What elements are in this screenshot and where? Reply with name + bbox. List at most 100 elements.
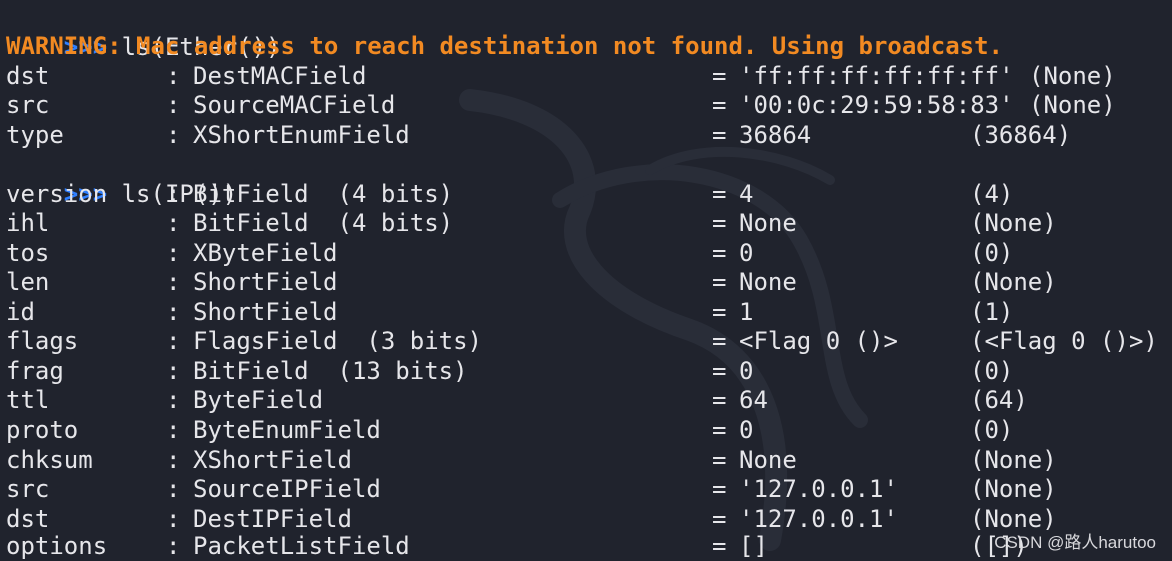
field-name: chksum <box>6 446 93 474</box>
field-name: proto <box>6 416 79 444</box>
field-row: dst : DestMACField = 'ff:ff:ff:ff:ff:ff'… <box>6 61 1116 91</box>
field-row: ttl : ByteField = 64 (64) <box>6 385 1028 415</box>
field-row: flags : FlagsField (3 bits) = <Flag 0 ()… <box>6 326 1158 356</box>
field-equals: = <box>712 446 727 474</box>
field-value: '127.0.0.1' <box>739 475 898 503</box>
field-equals: = <box>712 239 727 267</box>
field-default: (36864) <box>970 121 1072 149</box>
field-type: FlagsField (3 bits) <box>193 327 482 355</box>
field-name: dst <box>6 62 50 90</box>
field-name: flags <box>6 327 79 355</box>
field-equals: = <box>712 121 727 149</box>
field-colon: : <box>166 446 181 474</box>
field-colon: : <box>166 386 181 414</box>
prompt-line-ether: >>> ls(Ether()) <box>6 2 281 61</box>
field-type: BitField (4 bits) <box>193 209 454 237</box>
field-type: SourceIPField <box>193 475 381 503</box>
field-value: None <box>739 209 797 237</box>
field-name: ttl <box>6 386 50 414</box>
field-row: type : XShortEnumField = 36864 (36864) <box>6 120 1071 150</box>
field-type: PacketListField <box>193 532 410 560</box>
csdn-watermark: CSDN @路人harutoo <box>994 533 1156 552</box>
field-default: (0) <box>970 357 1014 385</box>
field-value: '00:0c:29:59:58:83' <box>739 91 1014 119</box>
field-colon: : <box>166 298 181 326</box>
field-colon: : <box>166 62 181 90</box>
field-row: len : ShortField = None (None) <box>6 267 1057 297</box>
field-type: ShortField <box>193 298 338 326</box>
field-default: (<Flag 0 ()>) <box>970 327 1158 355</box>
field-colon: : <box>166 416 181 444</box>
field-type: ByteEnumField <box>193 416 381 444</box>
field-row: proto : ByteEnumField = 0 (0) <box>6 415 1013 445</box>
field-row: src : SourceIPField = '127.0.0.1' (None) <box>6 474 1057 504</box>
field-equals: = <box>712 62 727 90</box>
terminal-window[interactable]: >>> ls(Ether()) WARNING: Mac address to … <box>0 0 1172 561</box>
field-row: id : ShortField = 1 (1) <box>6 297 1013 327</box>
field-equals: = <box>712 268 727 296</box>
field-value: 4 <box>739 180 754 208</box>
field-row: version : BitField (4 bits) = 4 (4) <box>6 179 1013 209</box>
field-colon: : <box>166 268 181 296</box>
field-name: len <box>6 268 50 296</box>
field-equals: = <box>712 475 727 503</box>
field-row: dst : DestIPField = '127.0.0.1' (None) <box>6 504 1057 534</box>
field-value: [] <box>739 532 768 560</box>
field-equals: = <box>712 416 727 444</box>
field-row: options : PacketListField = [] ([]) <box>6 531 1028 561</box>
field-equals: = <box>712 209 727 237</box>
field-type: DestIPField <box>193 505 352 533</box>
field-default: (0) <box>970 239 1014 267</box>
field-equals: = <box>712 386 727 414</box>
field-colon: : <box>166 327 181 355</box>
field-row: frag : BitField (13 bits) = 0 (0) <box>6 356 1013 386</box>
field-equals: = <box>712 532 727 560</box>
field-type: SourceMACField <box>193 91 396 119</box>
field-row: ihl : BitField (4 bits) = None (None) <box>6 208 1057 238</box>
field-name: frag <box>6 357 64 385</box>
field-default: (None) <box>1029 91 1116 119</box>
field-equals: = <box>712 298 727 326</box>
field-default: (None) <box>970 268 1057 296</box>
field-type: ByteField <box>193 386 324 414</box>
field-colon: : <box>166 505 181 533</box>
field-value: 0 <box>739 416 754 444</box>
field-default: (None) <box>970 475 1057 503</box>
field-equals: = <box>712 327 727 355</box>
field-colon: : <box>166 91 181 119</box>
field-row: src : SourceMACField = '00:0c:29:59:58:8… <box>6 90 1116 120</box>
field-colon: : <box>166 475 181 503</box>
field-colon: : <box>166 532 181 560</box>
prompt-line-ip: >>> ls(IP()) <box>6 149 237 208</box>
field-name: src <box>6 91 50 119</box>
field-default: (None) <box>970 446 1057 474</box>
field-colon: : <box>166 239 181 267</box>
field-type: DestMACField <box>193 62 367 90</box>
field-value: 0 <box>739 357 754 385</box>
field-default: (1) <box>970 298 1014 326</box>
field-default: (64) <box>970 386 1028 414</box>
field-value: None <box>739 446 797 474</box>
field-name: version <box>6 180 108 208</box>
field-name: dst <box>6 505 50 533</box>
field-default: (0) <box>970 416 1014 444</box>
field-default: (None) <box>970 209 1057 237</box>
field-name: id <box>6 298 35 326</box>
field-row: chksum : XShortField = None (None) <box>6 445 1057 475</box>
field-equals: = <box>712 180 727 208</box>
field-value: 'ff:ff:ff:ff:ff:ff' <box>739 62 1014 90</box>
field-value: <Flag 0 ()> <box>739 327 898 355</box>
field-type: ShortField <box>193 268 338 296</box>
field-name: type <box>6 121 64 149</box>
field-value: 0 <box>739 239 754 267</box>
field-type: BitField (4 bits) <box>193 180 454 208</box>
field-colon: : <box>166 180 181 208</box>
field-value: '127.0.0.1' <box>739 505 898 533</box>
field-value: 1 <box>739 298 754 326</box>
warning-message: WARNING: Mac address to reach destinatio… <box>6 32 1003 60</box>
field-colon: : <box>166 357 181 385</box>
field-name: src <box>6 475 50 503</box>
field-name: options <box>6 532 108 560</box>
field-colon: : <box>166 121 181 149</box>
field-value: 64 <box>739 386 768 414</box>
